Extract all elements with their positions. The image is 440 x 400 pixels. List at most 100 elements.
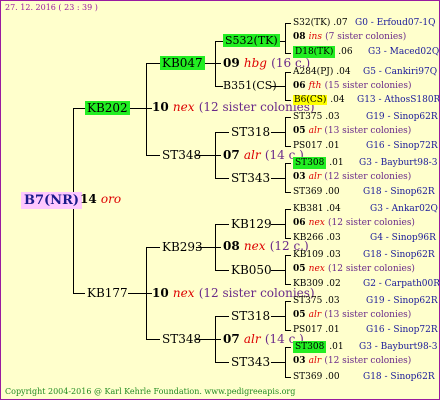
root-generation: 14 oro: [80, 193, 121, 205]
sire-dam-gen-number: 07: [223, 148, 240, 162]
g4-id: PS017: [293, 141, 323, 151]
g4-race: alr: [308, 126, 322, 136]
g4-id: KB109: [293, 250, 324, 260]
g4-race: alr: [308, 172, 322, 182]
g4-row: S32(TK) .07: [293, 19, 348, 28]
g4-country: G16 - Sinop72R: [366, 141, 438, 151]
g4-gen-row: 05 alr (13 sister colonies): [293, 311, 411, 320]
g4-year: .01: [325, 141, 340, 151]
dam-name: KB177: [87, 286, 128, 300]
g4-row: ST308 .01: [293, 157, 344, 169]
root-race: oro: [100, 192, 122, 206]
g4-country: G0 - Erfoud07-1Q: [355, 18, 436, 28]
g3-b351-name: B351(CS): [223, 79, 277, 92]
sire-dam-generation: 07 alr (14 c.): [223, 149, 304, 161]
sire-gen-number: 10: [152, 100, 169, 114]
g4-gen: 05: [293, 126, 306, 136]
g4-id: S32(TK): [293, 18, 331, 28]
g4-gen-row: 05 nex (12 sister colonies): [293, 265, 415, 274]
pedigree-frame: 27. 12. 2016 ( 23 : 39 ) Copyright 2004-…: [0, 0, 440, 400]
g4-sisters: (12 sister colonies): [324, 356, 412, 366]
g4-year: .01: [329, 342, 344, 352]
g4-row: KB309 .02: [293, 280, 341, 289]
g4-row: ST375 .03: [293, 113, 340, 122]
g4-id: ST369: [293, 187, 323, 197]
g4-race: ins: [308, 32, 322, 42]
copyright-footer: Copyright 2004-2016 @ Karl Kehrle Founda…: [5, 387, 296, 396]
g4-row: B6(CS) .04: [293, 95, 345, 105]
g4-race: alr: [308, 310, 322, 320]
g4-race: nex: [308, 218, 325, 228]
g4-id: PS017: [293, 325, 323, 335]
g4-year: .02: [326, 279, 341, 289]
g4-year: .03: [326, 233, 341, 243]
g4-row: KB381 .04: [293, 205, 341, 214]
g4-country: G3 - Maced02Q: [368, 47, 440, 57]
g4-gen-row: 06 nex (12 sister colonies): [293, 219, 415, 228]
g4-row: ST308 .01: [293, 341, 344, 353]
g4-year: .03: [325, 112, 340, 122]
g4-row: D18(TK) .06: [293, 46, 353, 58]
dam-dam-name: ST348: [162, 332, 202, 346]
g4-row: ST369 .00: [293, 188, 340, 197]
g4-sisters: (12 sister colonies): [324, 172, 412, 182]
g3-kb129-name: KB129: [231, 217, 272, 231]
sire-sire-name: KB047: [160, 56, 205, 70]
g4-year: .04: [326, 204, 341, 214]
g4-gen-row: 03 alr (12 sister colonies): [293, 173, 411, 182]
g4-gen: 05: [293, 264, 306, 274]
root-gen-number: 14: [80, 192, 97, 206]
g4-id: ST375: [293, 296, 323, 306]
g4-sisters: (13 sister colonies): [324, 310, 412, 320]
g4-gen: 03: [293, 172, 306, 182]
g4-id: KB309: [293, 279, 324, 289]
g4-id: KB266: [293, 233, 324, 243]
g4-gen: 05: [293, 310, 306, 320]
g4-year: .07: [333, 18, 348, 28]
g4-country: G3 - Bayburt98-3: [359, 342, 438, 352]
g4-sisters: (7 sister colonies): [325, 32, 407, 42]
g4-country: G19 - Sinop62R: [366, 112, 438, 122]
root-queen-name: B7(NR): [21, 192, 83, 209]
g4-country: G19 - Sinop62R: [366, 296, 438, 306]
g3-s532-name: S532(TK): [223, 34, 280, 47]
g4-gen: 06: [293, 81, 306, 91]
g4-gen: 08: [293, 32, 306, 42]
g4-row: PS017 .01: [293, 326, 340, 335]
g4-row: PS017 .01: [293, 142, 340, 151]
g4-year: .00: [325, 372, 340, 382]
sire-sire-gen-number: 09: [223, 56, 240, 70]
g4-year: .03: [326, 250, 341, 260]
dam-dam-race: alr: [243, 332, 261, 346]
dam-sire-gen-number: 08: [223, 239, 240, 253]
sire-generation: 10 nex (12 sister colonies): [152, 101, 315, 113]
g4-id: B6(CS): [293, 95, 328, 105]
g4-country: G5 - Cankiri97Q: [363, 67, 438, 77]
g4-gen-row: 06 fth (15 sister colonies): [293, 82, 412, 91]
g4-country: G3 - Bayburt98-3: [359, 158, 438, 168]
dam-sire-race: nex: [243, 239, 266, 253]
g4-sisters: (13 sister colonies): [324, 126, 412, 136]
g4-year: .04: [330, 95, 345, 105]
g4-year: .00: [325, 187, 340, 197]
g4-race: alr: [308, 356, 322, 366]
g4-row: ST375 .03: [293, 297, 340, 306]
sire-sire-race: hbg: [243, 56, 267, 70]
g4-sisters: (12 sister colonies): [328, 264, 415, 274]
g4-country: G4 - Sinop96R: [370, 233, 436, 243]
g4-country: G18 - Sinop62R: [363, 372, 435, 382]
dam-dam-gen-number: 07: [223, 332, 240, 346]
g4-id: ST308: [293, 341, 327, 353]
g4-country: G18 - Sinop62R: [363, 250, 435, 260]
g4-sisters: (15 sister colonies): [324, 81, 412, 91]
g4-row: A284(PJ) .04: [293, 68, 351, 77]
g4-year: .03: [325, 296, 340, 306]
g4-year: .01: [329, 158, 344, 168]
dam-sire-name: KB293: [162, 240, 203, 254]
g4-id: ST375: [293, 112, 323, 122]
g4-year: .04: [336, 67, 351, 77]
g4-id: D18(TK): [293, 46, 336, 58]
g4-year: .01: [325, 325, 340, 335]
dam-gen-number: 10: [152, 286, 169, 300]
g4-gen-row: 08 ins (7 sister colonies): [293, 33, 406, 42]
